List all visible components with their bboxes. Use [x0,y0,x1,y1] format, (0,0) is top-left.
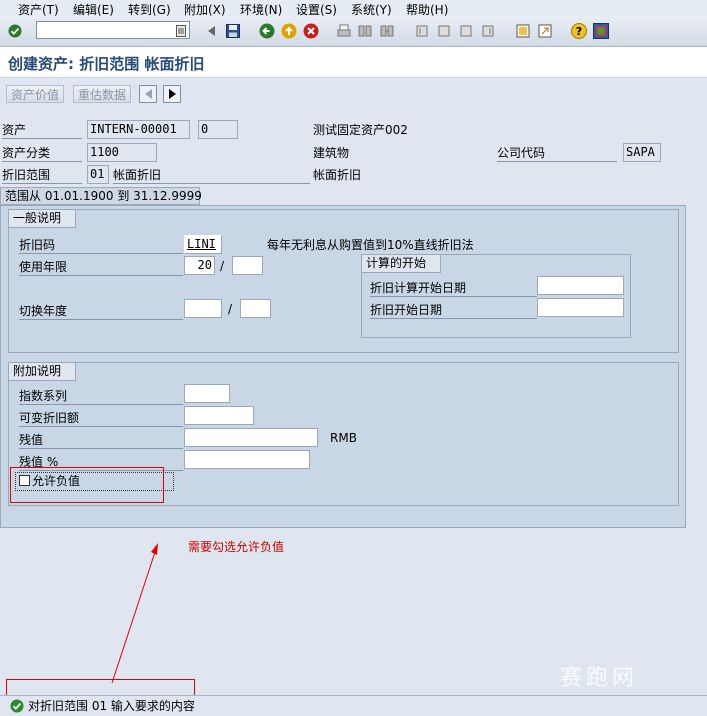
save-icon[interactable] [224,22,242,40]
annotation-text: 需要勾选允许负值 [188,540,285,554]
scrap-value-field[interactable] [184,428,318,447]
shortcut-icon[interactable] [536,22,554,40]
menu-system[interactable]: 系统(Y) [351,1,392,18]
additional-group-header: 附加说明 [9,363,77,381]
scrap-currency: RMB [330,431,357,445]
watermark: 赛跑网 [560,666,639,691]
dep-area-description: 帐面折旧 [113,167,310,184]
menu-help[interactable]: 帮助(H) [406,1,448,18]
dep-key-label: 折旧码 [19,237,183,254]
asset-class-label: 资产分类 [2,145,82,162]
annotation-arrow [111,543,158,684]
standard-toolbar: ? [0,17,707,47]
asset-label: 资产 [2,122,82,139]
cancel-icon[interactable] [302,22,320,40]
dep-start-label: 折旧开始日期 [370,302,537,319]
useful-life-label: 使用年限 [19,259,183,276]
last-page-icon[interactable] [479,22,497,40]
ord-dep-start-label: 折旧计算开始日期 [370,280,537,297]
first-page-icon[interactable] [413,22,431,40]
menu-extras[interactable]: 附加(X) [184,1,226,18]
menu-settings[interactable]: 设置(S) [296,1,337,18]
application-toolbar: 资产价值 重估数据 [0,78,707,108]
exit-icon[interactable] [280,22,298,40]
asset-class-field: 1100 [87,143,157,162]
menu-environment[interactable]: 环境(N) [240,1,282,18]
useful-life-years-field[interactable]: 20 [184,256,215,275]
dep-area-field: 01 [87,165,109,184]
index-series-field[interactable] [184,384,230,403]
command-field[interactable] [36,21,190,39]
variable-dep-field[interactable] [184,406,254,425]
enter-icon[interactable] [6,22,24,40]
find-icon[interactable] [356,22,374,40]
page-title: 创建资产: 折旧范围 帐面折旧 [8,55,205,73]
company-code-field: SAPA [623,143,661,162]
ord-dep-start-field[interactable] [537,276,624,295]
changeover-separator: / [228,302,233,316]
menu-bar: 资产(T) 编辑(E) 转到(G) 附加(X) 环境(N) 设置(S) 系统(Y… [0,0,707,18]
print-icon[interactable] [335,22,353,40]
scrap-pct-field[interactable] [184,450,310,469]
changeover-period-field[interactable] [240,299,271,318]
asset-description: 测试固定资产002 [313,123,408,137]
previous-button[interactable] [139,85,157,103]
svg-text:?: ? [576,25,582,38]
useful-life-periods-field[interactable] [232,256,263,275]
next-button[interactable] [163,85,181,103]
useful-life-separator: / [220,259,225,273]
variable-dep-label: 可变折旧额 [19,410,183,427]
general-group: 一般说明 折旧码 LINI 每年无利息从购置值到10%直线折旧法 使用年限 20… [8,209,679,353]
revaluation-button[interactable]: 重估数据 [73,85,132,103]
calc-start-group-header: 计算的开始 [362,255,442,273]
menu-edit[interactable]: 编辑(E) [73,1,114,18]
tab-range-label: 范围从 01.01.1900 到 31.12.9999 [5,189,202,203]
success-icon [10,699,24,713]
changeover-year-label: 切换年度 [19,303,183,320]
status-message[interactable]: 对折旧范围 01 输入要求的内容 [28,698,195,714]
back-icon[interactable] [258,22,276,40]
find-next-icon[interactable] [378,22,396,40]
general-group-header: 一般说明 [9,210,77,228]
dep-start-field[interactable] [537,298,624,317]
asset-number-field: INTERN-00001 [87,120,190,139]
title-bar: 创建资产: 折旧范围 帐面折旧 [0,47,707,78]
changeover-year-field[interactable] [184,299,222,318]
dep-area-description-2: 帐面折旧 [313,168,362,182]
company-code-label: 公司代码 [497,145,617,162]
history-icon[interactable] [174,23,188,39]
layout-icon[interactable] [592,22,610,40]
index-series-label: 指数系列 [19,388,183,405]
back-nav-small-icon[interactable] [203,22,221,40]
dep-area-label: 折旧范围 [2,167,82,184]
prev-page-icon[interactable] [435,22,453,40]
scrap-value-label: 残值 [19,432,183,449]
tab-range[interactable]: 范围从 01.01.1900 到 31.12.9999 [0,187,202,205]
highlight-box-checkbox [10,467,164,503]
asset-value-button[interactable]: 资产价值 [6,85,65,103]
calc-start-group: 计算的开始 折旧计算开始日期 折旧开始日期 [361,254,631,338]
asset-class-description: 建筑物 [313,146,350,160]
dep-key-description: 每年无利息从购置值到10%直线折旧法 [267,238,474,252]
status-bar: 对折旧范围 01 输入要求的内容 [0,695,707,716]
asset-subnumber-field: 0 [198,120,238,139]
help-icon[interactable]: ? [570,22,588,40]
dep-key-field[interactable]: LINI [184,235,222,254]
new-session-icon[interactable] [514,22,532,40]
menu-asset[interactable]: 资产(T) [18,1,59,18]
next-page-icon[interactable] [457,22,475,40]
menu-goto[interactable]: 转到(G) [128,1,171,18]
